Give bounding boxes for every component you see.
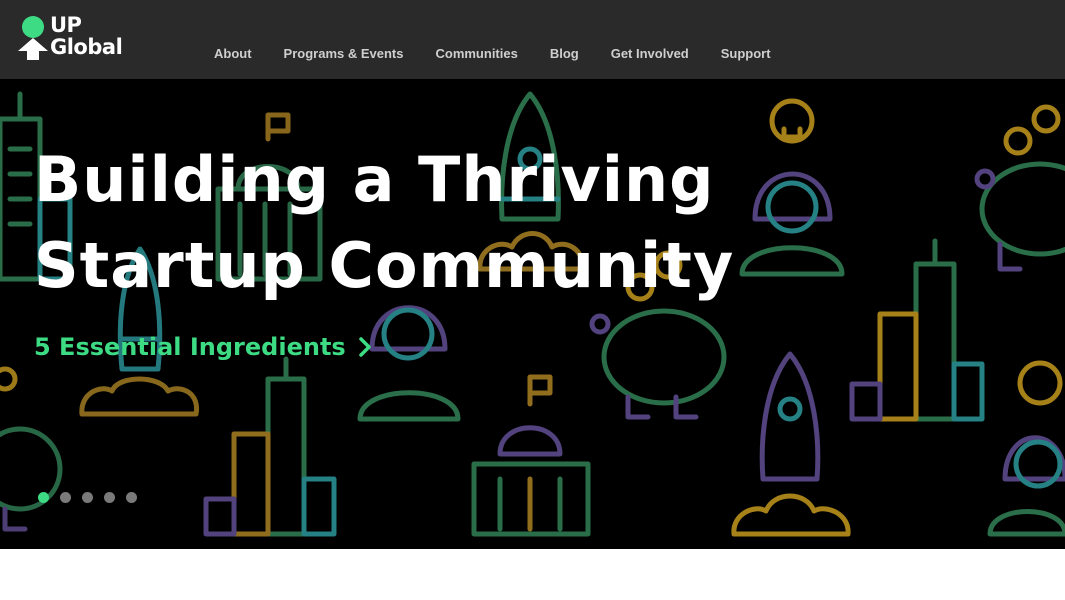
piggy-bank-icon — [0, 366, 63, 532]
hero-title: Building a Thriving Startup Community — [34, 137, 734, 309]
hero-slider: Building a Thriving Startup Community 5 … — [0, 79, 1065, 549]
lightbulb-person-icon — [739, 98, 845, 277]
up-arrow-icon — [18, 38, 48, 60]
main-nav: About Programs & Events Communities Blog… — [198, 44, 787, 64]
nav-item-support[interactable]: Support — [705, 44, 787, 64]
lightbulb-person-icon — [357, 305, 461, 422]
slider-dot-2[interactable] — [60, 492, 71, 503]
logo-mark-icon — [18, 14, 48, 62]
cta-label: 5 Essential Ingredients — [34, 333, 346, 361]
skyscraper-icon — [849, 238, 985, 422]
hero-title-line-1: Building a Thriving — [34, 143, 715, 216]
hero-title-line-2: Startup Community — [34, 229, 735, 302]
nav-item-communities[interactable]: Communities — [419, 44, 533, 64]
slider-dot-5[interactable] — [126, 492, 137, 503]
up-global-logo[interactable]: UP Global — [18, 14, 148, 64]
slider-dot-3[interactable] — [82, 492, 93, 503]
slider-dot-4[interactable] — [104, 492, 115, 503]
rocket-icon — [731, 351, 851, 537]
logo-line-global: Global — [50, 35, 123, 59]
nav-item-programs-events[interactable]: Programs & Events — [268, 44, 420, 64]
piggy-bank-icon — [974, 104, 1065, 272]
slider-dot-1[interactable] — [38, 492, 49, 503]
content-area — [0, 549, 1065, 600]
capitol-building-icon — [471, 374, 591, 537]
slider-pagination — [38, 492, 148, 503]
skyscraper-icon — [203, 356, 337, 537]
lightbulb-person-icon — [987, 360, 1065, 537]
nav-item-about[interactable]: About — [198, 44, 268, 64]
chevron-right-icon — [358, 337, 371, 357]
logo-dot — [22, 16, 44, 38]
nav-item-get-involved[interactable]: Get Involved — [595, 44, 705, 64]
logo-wordmark: UP Global — [50, 13, 123, 59]
site-header: UP Global About Programs & Events Commun… — [0, 0, 1065, 79]
nav-item-blog[interactable]: Blog — [534, 44, 595, 64]
logo-line-up: UP — [50, 13, 82, 37]
essential-ingredients-link[interactable]: 5 Essential Ingredients — [34, 333, 372, 361]
